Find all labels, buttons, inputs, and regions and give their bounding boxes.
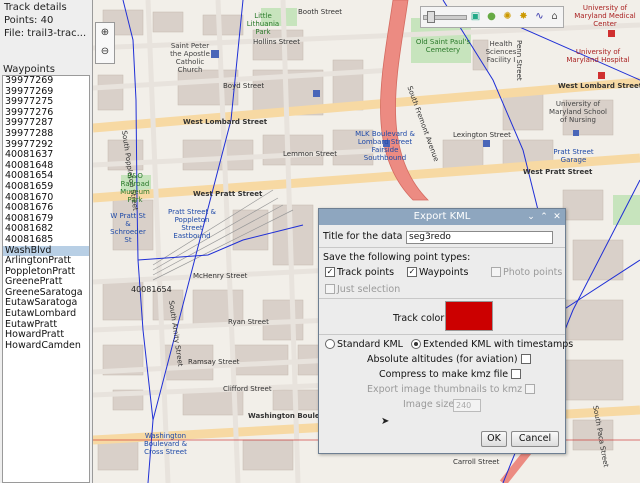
zoom-out-icon[interactable]: ⊖ xyxy=(96,42,114,61)
waypoint-list-item[interactable]: HowardCamden xyxy=(3,340,89,352)
map-label-booth: Booth Street xyxy=(298,8,343,16)
map-label-clifford: Clifford Street xyxy=(223,385,272,393)
globe-icon[interactable]: ● xyxy=(485,10,498,23)
map-label-pratt-2: West Pratt Street xyxy=(523,168,593,176)
waypoint-list-item[interactable]: 40081659 xyxy=(3,181,89,193)
map-label-boyd: Boyd Street xyxy=(223,82,265,90)
track-points-label: Track points xyxy=(337,267,395,278)
map-label-ryan: Ryan Street xyxy=(228,318,269,326)
track-color-swatch[interactable] xyxy=(445,301,493,331)
mouse-cursor-icon: ➤ xyxy=(381,416,390,427)
track-details-points: Points: 40 xyxy=(4,15,54,26)
map-label-washington-cross: Washington Boulevard & Cross Street xyxy=(143,432,188,456)
map-label-lombard: West Lombard Street xyxy=(183,118,268,126)
waypoint-list-item[interactable]: 40081685 xyxy=(3,234,89,246)
absolute-alt-label: Absolute altitudes (for aviation) xyxy=(367,354,518,365)
extended-kml-radio-icon xyxy=(411,338,421,349)
ok-button[interactable]: OK xyxy=(481,431,507,447)
slider-thumb[interactable] xyxy=(427,11,435,23)
photo-points-label: Photo points xyxy=(503,267,563,278)
waypoints-check-icon: ✓ xyxy=(407,266,417,277)
export-thumbs-label: Export image thumbnails to kmz xyxy=(367,384,523,395)
map-label-bo-museum: B&O Railroad Museum Park xyxy=(120,172,150,204)
export-thumbs-row[interactable]: Export image thumbnails to kmz xyxy=(367,383,537,395)
compress-label: Compress to make kmz file xyxy=(379,369,509,380)
map-label-carroll: Carroll Street xyxy=(453,458,500,466)
map-label-pratt-poppleton: Pratt Street & Poppleton Street Eastboun… xyxy=(168,208,216,240)
map-label-ramsay: Ramsay Street xyxy=(188,358,240,366)
waypoints-header: Waypoints xyxy=(3,64,56,75)
map-label-umd-medical: University of Maryland Medical Center xyxy=(574,4,636,28)
standard-kml-radio[interactable]: Standard KML xyxy=(325,338,403,350)
map-label-saint-peter: Saint Peter the Apostle Catholic Church xyxy=(170,42,210,74)
extended-kml-radio[interactable]: Extended KML with timestamps xyxy=(411,338,574,350)
map-label-mchenry: McHenry Street xyxy=(193,272,248,280)
map-label-lexington: Lexington Street xyxy=(453,131,511,139)
sun-icon[interactable]: ✺ xyxy=(501,10,514,23)
menu-down-icon[interactable]: ⌄ xyxy=(525,211,537,223)
map-label-mlk-blvd: MLK Boulevard & Lombard Street Fairside … xyxy=(355,130,415,162)
left-panel: Track details Points: 40 File: trail3-tr… xyxy=(0,0,93,483)
map-label-lemmon: Lemmon Street xyxy=(283,150,337,158)
scale-icon[interactable]: ✸ xyxy=(517,10,530,23)
dialog-titlebar[interactable]: Export KML ⌄ ⌃ ✕ xyxy=(319,209,565,225)
compress-row[interactable]: Compress to make kmz file xyxy=(379,368,523,380)
map-label-pratt-garage: Pratt Street Garage xyxy=(553,148,594,164)
export-thumbs-check-icon xyxy=(525,383,536,394)
map-label-health-sciences: Health Sciences Facility I xyxy=(485,40,517,64)
track-details-file: File: trail3-trac... xyxy=(4,28,87,39)
zoom-in-icon[interactable]: ⊕ xyxy=(96,23,114,42)
standard-kml-radio-icon xyxy=(325,338,335,349)
waypoint-marker-label[interactable]: 40081654 xyxy=(131,285,172,294)
extended-kml-label: Extended KML with timestamps xyxy=(423,339,574,350)
dialog-title: Export KML xyxy=(413,211,471,222)
image-size-label: Image size xyxy=(403,399,455,410)
waypoints-checkbox[interactable]: ✓ Waypoints xyxy=(407,266,469,278)
just-selection-checkbox[interactable]: Just selection xyxy=(325,283,401,295)
photo-points-checkbox[interactable]: Photo points xyxy=(491,266,563,278)
waypoint-list-item[interactable]: 39977269 xyxy=(3,76,89,87)
waypoint-list[interactable]: 39977269 39977269 39977275 39977276 39977287… xyxy=(2,75,90,483)
map-icon[interactable]: ▣ xyxy=(469,10,482,23)
track-color-label: Track color xyxy=(393,313,445,324)
map-label-umd-nursing: University of Maryland School of Nursing xyxy=(549,100,607,124)
map-label-little-lithuania: Little Lithuania Park xyxy=(246,12,280,36)
just-selection-check-icon xyxy=(325,283,335,294)
track-details-title: Track details xyxy=(4,2,67,13)
zoom-control: ⊕ ⊖ xyxy=(95,22,115,64)
track-points-checkbox[interactable]: ✓ Track points xyxy=(325,266,395,278)
tag-icon[interactable]: ⌂ xyxy=(548,10,561,23)
title-input[interactable]: seg3redo xyxy=(406,231,553,244)
waypoint-list-item[interactable]: 39977288 xyxy=(3,128,89,140)
export-kml-dialog: Export KML ⌄ ⌃ ✕ Title for the data seg3… xyxy=(318,208,573,454)
waypoints-label: Waypoints xyxy=(419,267,469,278)
map-label-old-saint-paul: Old Saint Paul's Cemetery xyxy=(415,38,471,54)
map-label-hollins: Hollins Street xyxy=(253,38,300,46)
just-selection-label: Just selection xyxy=(337,284,401,295)
map-label-w-pratt-schroeder: W Pratt St & Schroeder St xyxy=(110,212,146,244)
cancel-button[interactable]: Cancel xyxy=(511,431,559,447)
minimize-icon[interactable]: ⌃ xyxy=(538,211,550,223)
standard-kml-label: Standard KML xyxy=(337,339,403,350)
image-size-input[interactable]: 240 xyxy=(453,399,481,412)
title-label: Title for the data xyxy=(323,231,403,242)
map-label-umd-hospital: University of Maryland Hospital xyxy=(566,48,630,64)
map-label-pratt: West Pratt Street xyxy=(193,190,263,198)
map-toolbar: ▣ ● ✺ ✸ ∿ ⌂ xyxy=(420,6,564,28)
absolute-alt-check-icon xyxy=(520,353,531,364)
map-label-lombard-2: West Lombard Street xyxy=(558,82,640,90)
photo-points-check-icon xyxy=(491,266,501,277)
absolute-alt-row[interactable]: Absolute altitudes (for aviation) xyxy=(367,353,533,365)
close-icon[interactable]: ✕ xyxy=(551,211,563,223)
track-points-check-icon: ✓ xyxy=(325,266,335,277)
compress-check-icon xyxy=(511,368,522,379)
track-icon[interactable]: ∿ xyxy=(533,10,546,23)
save-types-label: Save the following point types: xyxy=(323,252,471,263)
